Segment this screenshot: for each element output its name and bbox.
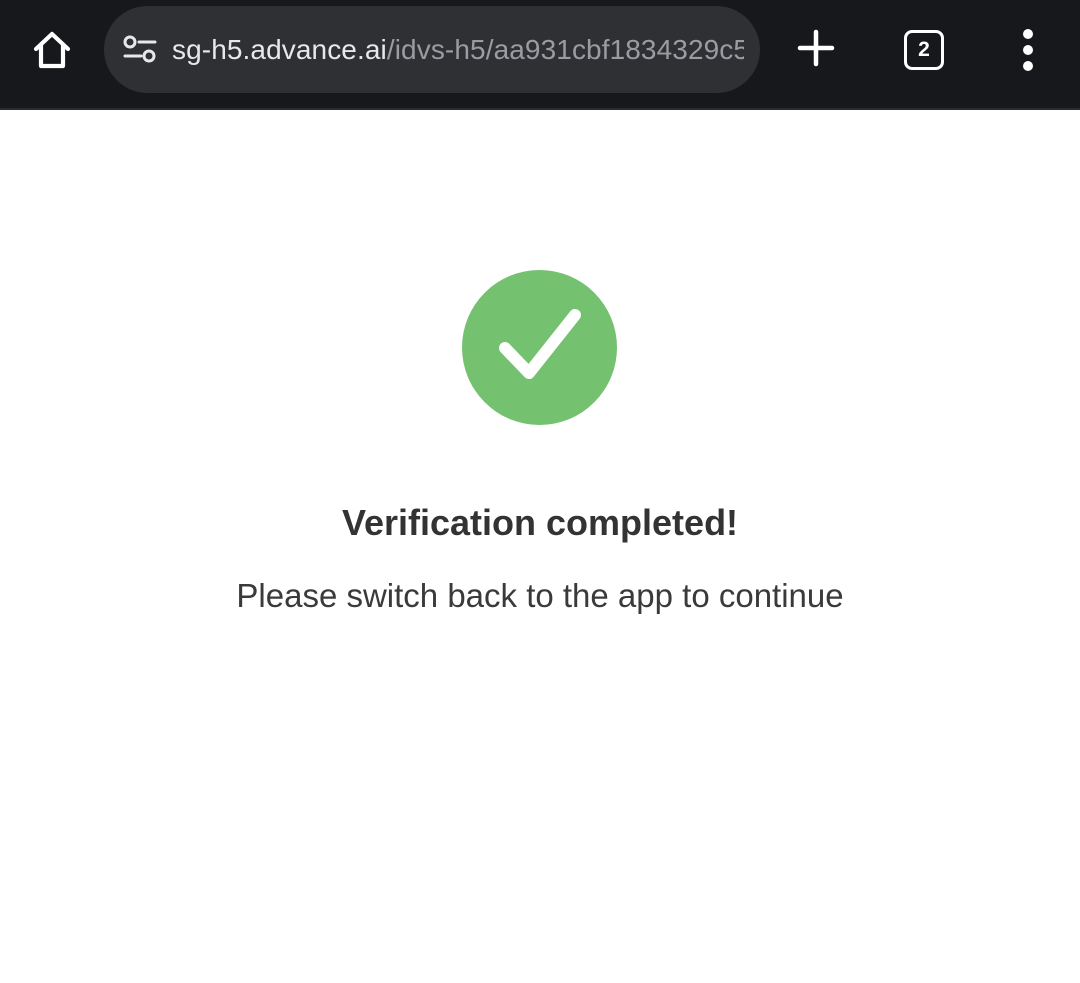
home-button[interactable] <box>26 24 78 76</box>
url-text[interactable]: sg-h5.advance.ai/idvs-h5/aa931cbf1834329… <box>172 34 744 66</box>
check-circle-icon <box>498 308 581 379</box>
page-content: Verification completed! Please switch ba… <box>0 110 1080 983</box>
tab-count: 2 <box>918 38 930 61</box>
site-info-icon <box>123 35 157 62</box>
tab-switcher-button[interactable]: 2 <box>904 30 944 70</box>
success-badge <box>462 270 617 425</box>
more-vert-icon <box>1023 29 1033 71</box>
site-info-button[interactable] <box>120 30 160 70</box>
page-title: Verification completed! <box>341 502 739 543</box>
url-host: sg-h5.advance.ai <box>172 33 387 65</box>
address-bar[interactable]: sg-h5.advance.ai/idvs-h5/aa931cbf1834329… <box>104 6 760 93</box>
plus-icon <box>797 29 835 67</box>
page-subtitle: Please switch back to the app to continu… <box>236 577 844 614</box>
url-path: /idvs-h5/aa931cbf1834329c5 <box>386 33 744 65</box>
more-menu-button[interactable] <box>1008 24 1048 76</box>
home-icon <box>33 31 71 69</box>
new-tab-button[interactable] <box>792 24 840 72</box>
browser-toolbar: sg-h5.advance.ai/idvs-h5/aa931cbf1834329… <box>0 0 1080 110</box>
